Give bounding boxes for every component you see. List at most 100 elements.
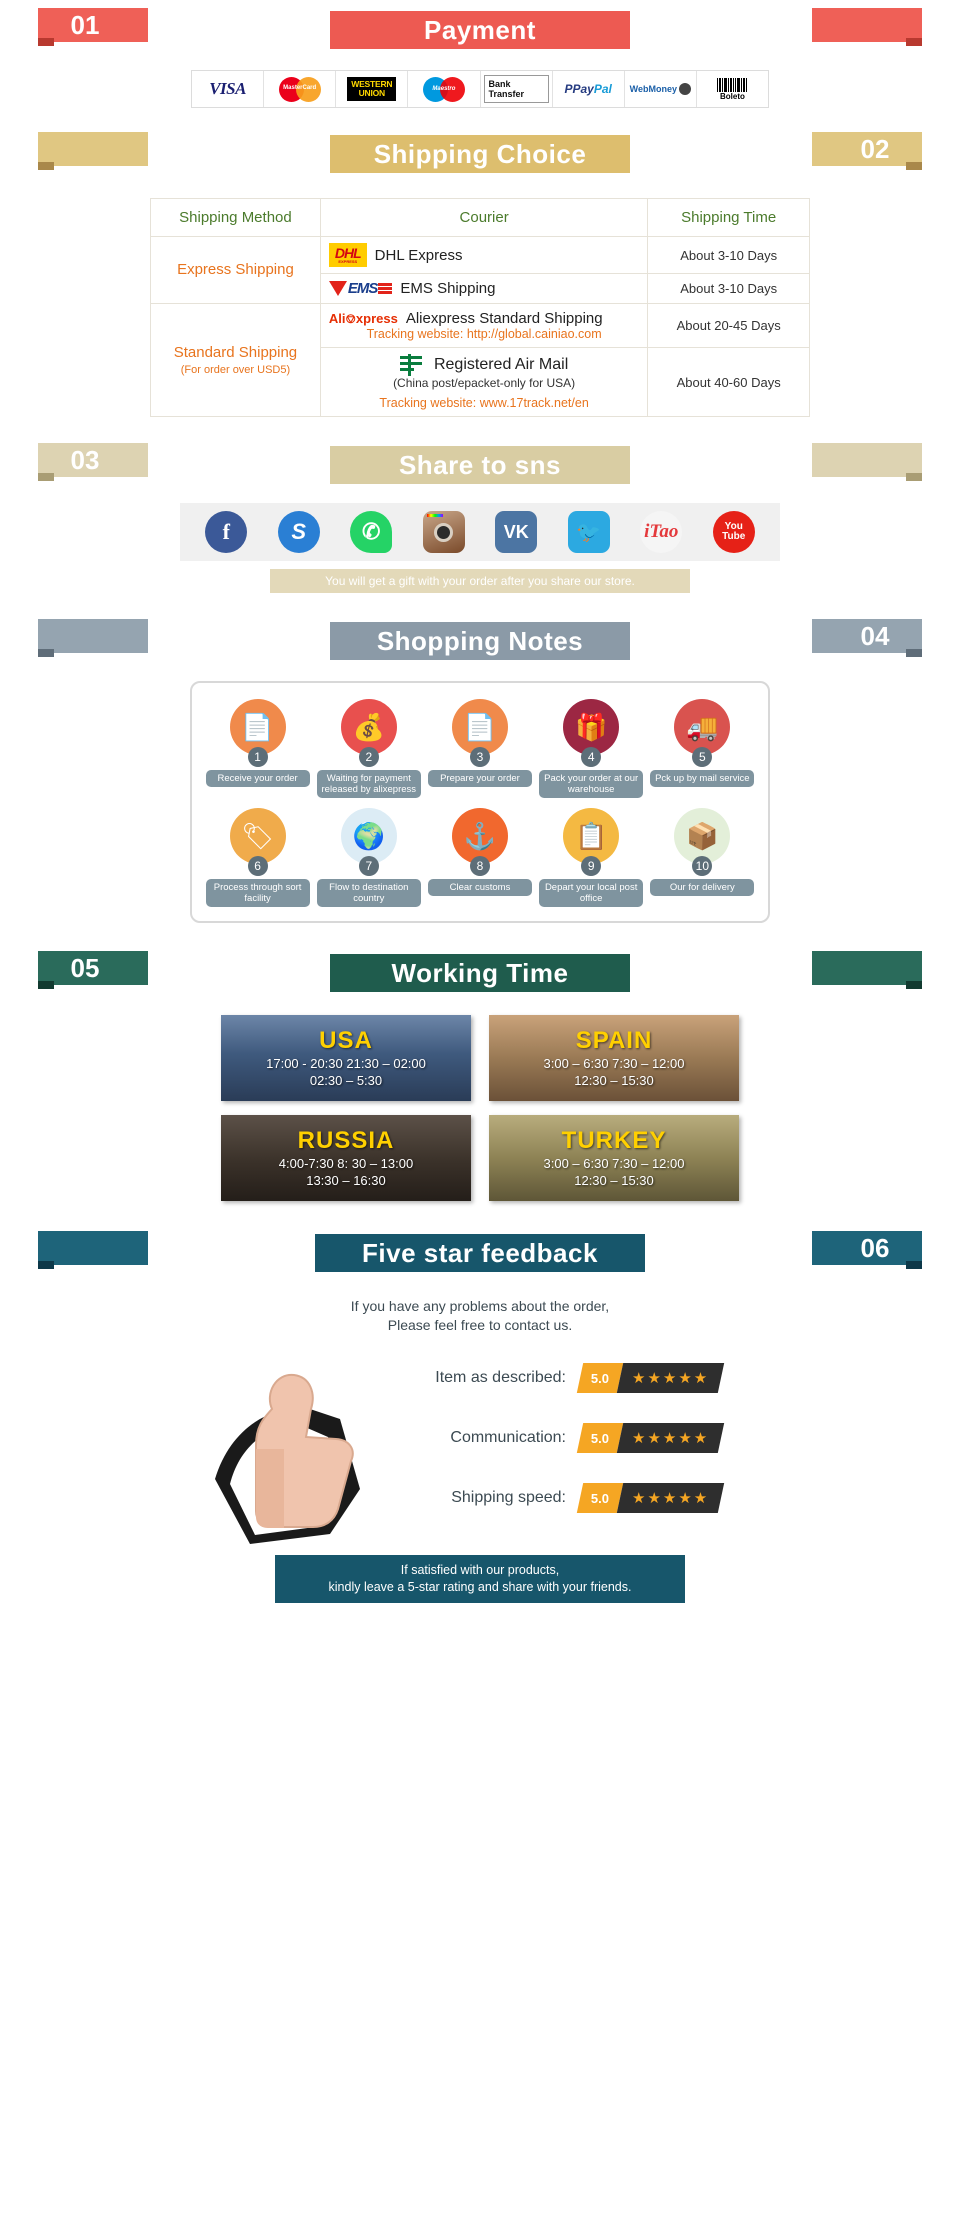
instagram-icon[interactable]	[422, 511, 465, 553]
note-step-number: 1	[247, 747, 268, 767]
twitter-icon[interactable]: 🐦	[567, 511, 610, 553]
payment-methods-strip: VISA MasterCard WESTERN UNION Maestro Ban…	[191, 70, 769, 108]
note-step-1: 📄 1 Receive your order	[205, 699, 310, 798]
final-note-line-1: If satisfied with our products,	[400, 1563, 560, 1577]
courier-cell-aliexpress: Ali⎊xpress Aliexpress Standard Shipping …	[319, 303, 649, 348]
note-step-number: 6	[247, 856, 268, 876]
method-standard-shipping: Standard Shipping (For order over USD5)	[150, 303, 321, 417]
working-time-cards: USA 17:00 - 20:30 21:30 – 02:00 02:30 – …	[210, 1015, 750, 1201]
whatsapp-icon[interactable]: ✆	[350, 511, 393, 553]
note-step-label: Flow to destination country	[316, 879, 421, 907]
ems-logo-icon: EMS	[328, 280, 393, 297]
rating-label: Communication:	[450, 1429, 566, 1446]
tracking-website-17track[interactable]: Tracking website: www.17track.net/en	[329, 396, 639, 410]
ribbon-fold-left	[38, 649, 54, 657]
facebook-icon[interactable]: f	[205, 511, 248, 553]
feedback-intro: If you have any problems about the order…	[130, 1297, 830, 1335]
city-card-usa: USA 17:00 - 20:30 21:30 – 02:00 02:30 – …	[221, 1015, 471, 1101]
maestro-icon: Maestro	[422, 76, 465, 102]
city-card-turkey: TURKEY 3:00 – 6:30 7:30 – 12:00 12:30 – …	[489, 1115, 739, 1201]
shipping-banner: Shipping Choice 02	[38, 124, 922, 184]
rating-score: 5.0	[576, 1483, 624, 1513]
mastercard-icon: MasterCard	[278, 76, 321, 102]
payment-method-paypal: PPayPal	[553, 71, 625, 107]
working-banner-title: Working Time	[330, 954, 630, 992]
city-name: USA	[319, 1027, 373, 1054]
note-step-6: 🏷 6 Process through sort facility	[205, 808, 310, 907]
ribbon-fold-left	[38, 1261, 54, 1269]
note-step-3: 📄 3 Prepare your order	[427, 699, 532, 798]
final-rating-request: If satisfied with our products, kindly l…	[275, 1555, 685, 1603]
payment-method-webmoney: WebMoney	[625, 71, 697, 107]
rating-stars: ★★★★★	[616, 1363, 725, 1393]
city-name: SPAIN	[575, 1027, 653, 1054]
shipping-banner-title: Shipping Choice	[330, 135, 630, 173]
notes-banner-number: 04	[812, 619, 922, 653]
note-step-number: 7	[358, 856, 379, 876]
itao-icon[interactable]: iTao	[640, 511, 683, 553]
method-standard-note: (For order over USD5)	[180, 363, 291, 376]
shopping-notes-row-2: 🏷 6 Process through sort facility 🌍 7 Fl…	[202, 808, 758, 907]
note-step-label: Pck up by mail service	[650, 770, 755, 787]
ribbon-fold-left	[38, 981, 54, 989]
share-banner-tail-right	[812, 443, 922, 477]
payment-method-mastercard: MasterCard	[264, 71, 337, 107]
payment-banner-title: Payment	[330, 11, 630, 49]
shopping-notes-box: 📄 1 Receive your order 💰 2 Waiting for p…	[190, 681, 770, 923]
payment-method-boleto: Boleto	[697, 71, 768, 107]
note-step-label: Our for delivery	[650, 879, 755, 896]
china-post-logo-icon	[399, 354, 426, 376]
youtube-icon[interactable]: You Tube	[712, 511, 755, 553]
feedback-banner-number: 06	[812, 1231, 922, 1265]
city-hours: 4:00-7:30 8: 30 – 13:00 13:30 – 16:30	[278, 1156, 414, 1188]
ribbon-fold-left	[38, 38, 54, 46]
courier-name-sub: (China post/epacket-only for USA)	[393, 376, 576, 390]
status-badge: 5.0 ★★★★★	[576, 1363, 725, 1393]
rating-stars: ★★★★★	[616, 1423, 725, 1453]
social-icons-bar: f S ✆ VK 🐦 iTao You Tube	[180, 503, 780, 561]
feedback-banner-tail-left	[38, 1231, 148, 1265]
thumbs-up-icon	[210, 1349, 400, 1549]
note-step-label: Clear customs	[427, 879, 532, 896]
ribbon-fold-left	[38, 162, 54, 170]
feedback-banner-title: Five star feedback	[315, 1234, 645, 1272]
city-card-spain: SPAIN 3:00 – 6:30 7:30 – 12:00 12:30 – 1…	[489, 1015, 739, 1101]
courier-name: Registered Air Mail	[433, 356, 569, 373]
status-badge: 5.0 ★★★★★	[576, 1423, 725, 1453]
vk-icon[interactable]: VK	[495, 511, 538, 553]
feedback-intro-line-1: If you have any problems about the order…	[350, 1298, 610, 1314]
shipping-time-ems: About 3-10 Days	[647, 273, 810, 304]
feedback-intro-line-2: Please feel free to contact us.	[387, 1317, 573, 1333]
ribbon-fold-right	[906, 1261, 922, 1269]
ribbon-fold-right	[906, 38, 922, 46]
product-description-page: 01 Payment VISA MasterCard WESTERN UNION …	[38, 0, 922, 1603]
visa-icon: VISA	[209, 79, 246, 98]
table-header-row: Shipping Method Courier Shipping Time	[150, 198, 810, 237]
note-step-label: Receive your order	[205, 770, 310, 787]
shipping-table: Shipping Method Courier Shipping Time Ex…	[150, 198, 810, 417]
working-time-banner: 05 Working Time	[38, 943, 922, 1003]
rating-label: Shipping speed:	[451, 1489, 566, 1506]
ratings-list: Item as described: 5.0 ★★★★★ Communicati…	[420, 1341, 790, 1513]
payment-method-visa: VISA	[192, 71, 265, 107]
note-step-number: 3	[469, 747, 490, 767]
tracking-website-cainiao[interactable]: Tracking website: http://global.cainiao.…	[329, 327, 639, 341]
city-name: TURKEY	[561, 1127, 667, 1154]
note-step-label: Prepare your order	[427, 770, 532, 787]
paypal-icon: PPayPal	[564, 82, 612, 96]
city-card-russia: RUSSIA 4:00-7:30 8: 30 – 13:00 13:30 – 1…	[221, 1115, 471, 1201]
note-step-2: 💰 2 Waiting for payment released by alix…	[316, 699, 421, 798]
city-hours: 3:00 – 6:30 7:30 – 12:00 12:30 – 15:30	[543, 1056, 685, 1088]
status-badge: 5.0 ★★★★★	[576, 1483, 725, 1513]
shipping-time-aliexpress: About 20-45 Days	[647, 303, 810, 348]
skype-icon[interactable]: S	[277, 511, 320, 553]
ribbon-fold-right	[906, 162, 922, 170]
notes-banner-tail-left	[38, 619, 148, 653]
note-step-7: 🌍 7 Flow to destination country	[316, 808, 421, 907]
courier-name: EMS Shipping	[400, 280, 496, 297]
note-step-10: 📦 10 Our for delivery	[650, 808, 755, 907]
rating-label: Item as described:	[435, 1369, 566, 1386]
city-name: RUSSIA	[297, 1127, 395, 1154]
note-step-label: Pack your order at our warehouse	[539, 770, 644, 798]
feedback-banner: Five star feedback 06	[38, 1223, 922, 1283]
